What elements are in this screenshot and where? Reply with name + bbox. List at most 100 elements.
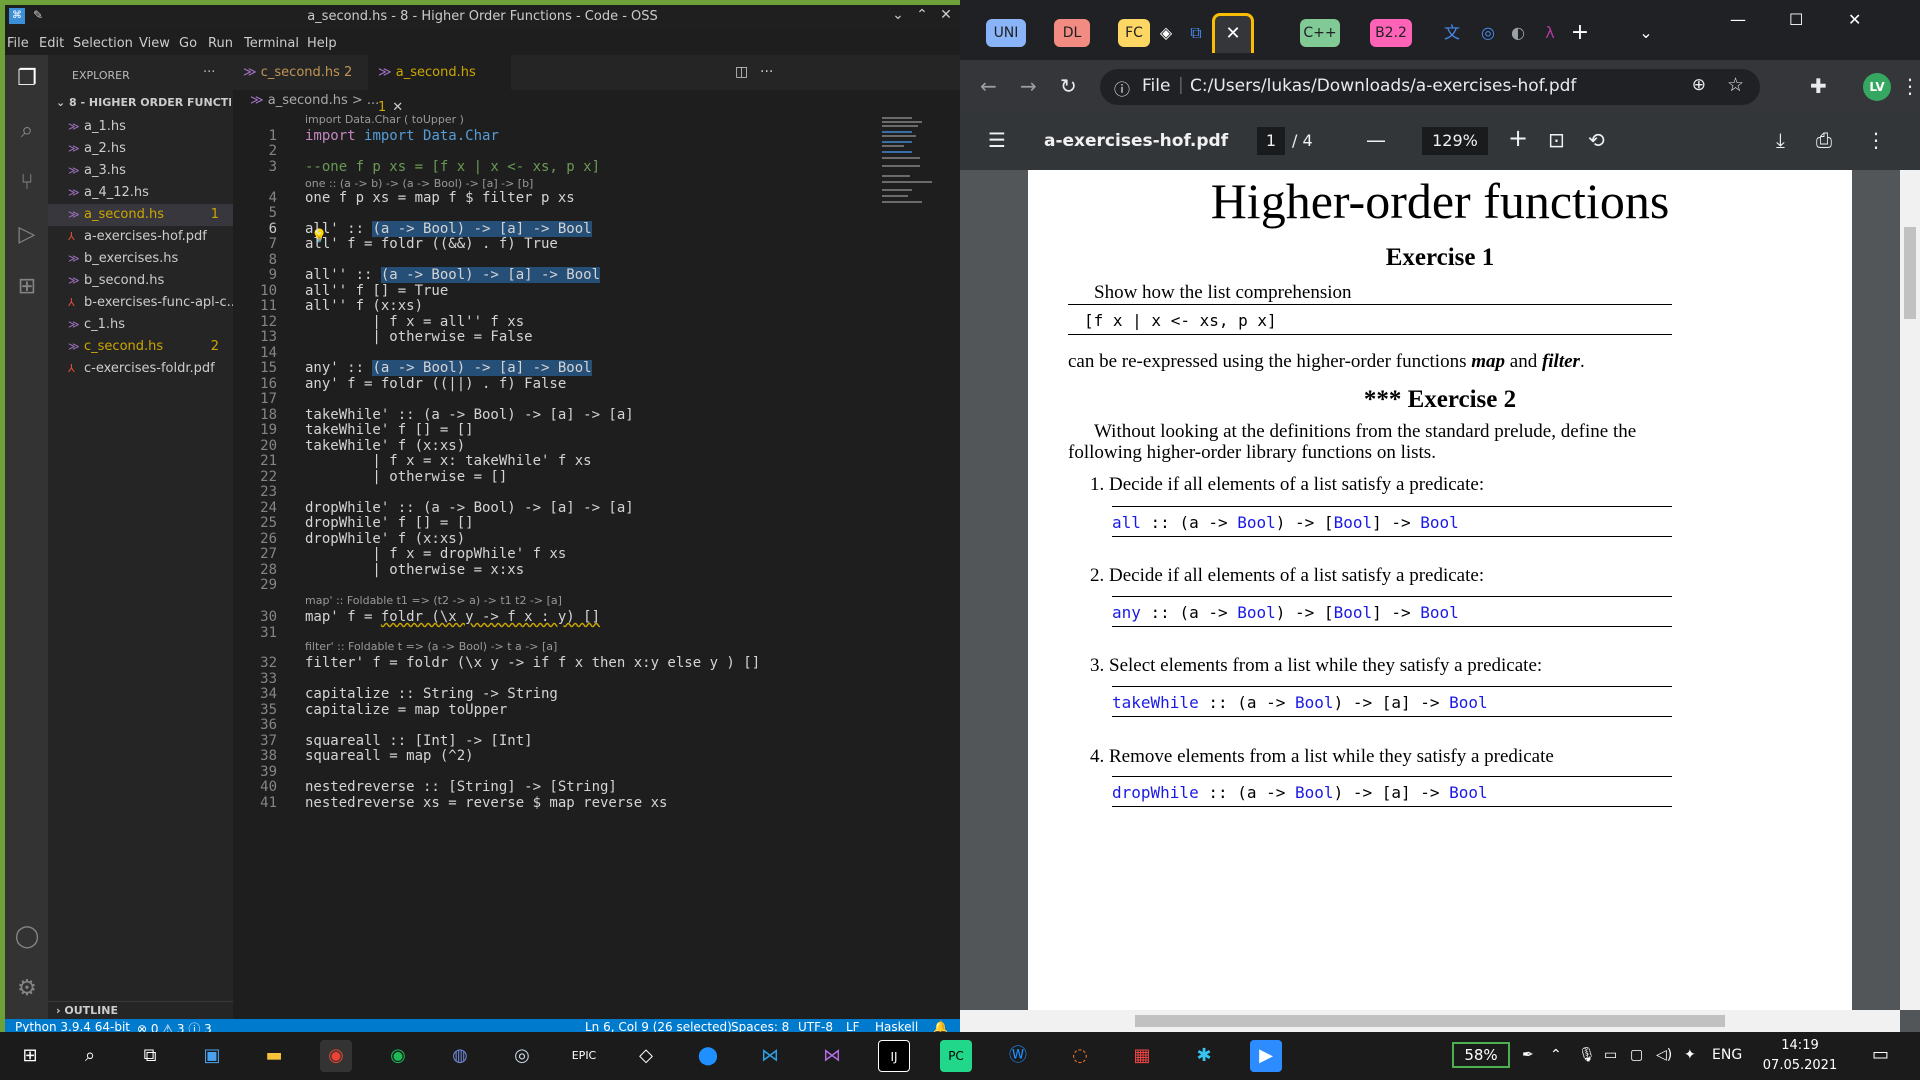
active-tab[interactable]: ✕ [1212, 13, 1254, 53]
scrollbar-thumb[interactable] [1904, 227, 1916, 319]
lambda-icon[interactable]: λ [1536, 19, 1564, 47]
menu-file[interactable]: File [7, 36, 29, 51]
language-mode[interactable]: Haskell [875, 1020, 918, 1032]
vertical-scrollbar[interactable] [1900, 170, 1920, 1010]
files-icon[interactable]: ❐ [13, 65, 41, 93]
globe-icon[interactable]: ◎ [1474, 19, 1502, 47]
volume-icon[interactable]: ◁) [1656, 1047, 1672, 1063]
file-item[interactable]: ≫ b_exercises.hs [48, 248, 233, 270]
fit-page-icon[interactable]: ⊡ [1548, 128, 1565, 152]
tab-group-b22[interactable]: B2.2 [1370, 19, 1412, 47]
remote-desktop-icon[interactable]: ⧉ [1182, 19, 1210, 47]
discord-icon[interactable]: ◍ [444, 1040, 476, 1072]
new-tab-icon[interactable]: + [1566, 19, 1594, 47]
menu-kebab-icon[interactable]: ⋮ [1900, 74, 1920, 98]
w-app-icon[interactable]: Ⓦ [1002, 1040, 1034, 1072]
system-clock[interactable]: 14:19 07.05.2021 [1762, 1036, 1838, 1076]
close-icon[interactable]: ✕ [1848, 10, 1861, 29]
file-item[interactable]: ≫ c_second.hs 2 [48, 336, 233, 358]
profile-avatar[interactable]: LV [1863, 73, 1891, 101]
settings-gear-icon[interactable]: ⚙ [13, 975, 41, 1003]
file-item[interactable]: ⅄ a-exercises-hof.pdf [48, 226, 233, 248]
account-icon[interactable]: ◯ [13, 923, 41, 951]
show-hidden-icons[interactable]: ⌃ [1550, 1047, 1562, 1063]
file-item[interactable]: ⅄ b-exercises-func-apl-c... [48, 292, 233, 314]
menu-view[interactable]: View [139, 36, 170, 51]
print-icon[interactable]: ⎙ [1816, 128, 1832, 152]
slack-icon[interactable]: ✱ [1188, 1040, 1220, 1072]
language-indicator[interactable]: ENG [1712, 1047, 1742, 1063]
address-bar[interactable]: ⓘ File | C:/Users/lukas/Downloads/a-exer… [1100, 69, 1760, 105]
close-icon[interactable]: ✕ [936, 7, 956, 23]
more-actions-icon[interactable]: ··· [760, 64, 773, 80]
reload-icon[interactable]: ↻ [1060, 74, 1077, 98]
minimize-icon[interactable]: ⌄ [888, 7, 908, 23]
extensions-puzzle-icon[interactable]: ✚ [1810, 74, 1827, 98]
scrollbar-thumb[interactable] [1135, 1015, 1725, 1027]
intellij-icon[interactable]: IJ [878, 1040, 910, 1072]
menu-edit[interactable]: Edit [39, 36, 64, 51]
dropbox-icon[interactable]: ✦ [1684, 1047, 1696, 1063]
tab-search-icon[interactable]: ⌄ [1632, 19, 1660, 47]
control-panel-icon[interactable]: ▣ [196, 1040, 228, 1072]
file-item[interactable]: ⅄ c-exercises-foldr.pdf [48, 358, 233, 380]
zoom-icon[interactable]: ▶ [1250, 1040, 1282, 1072]
file-item[interactable]: ≫ a_2.hs [48, 138, 233, 160]
python-interpreter[interactable]: Python 3.9.4 64-bit [15, 1020, 130, 1032]
maps-icon[interactable]: ⬤ [692, 1040, 724, 1072]
pen-icon[interactable]: ✒ [1522, 1047, 1534, 1063]
extensions-icon[interactable]: ⊞ [13, 273, 41, 301]
circle-icon[interactable]: ◐ [1504, 19, 1532, 47]
office-icon[interactable]: ▦ [1126, 1040, 1158, 1072]
run-debug-icon[interactable]: ▷ [13, 221, 41, 249]
split-editor-icon[interactable]: ◫ [735, 64, 748, 80]
code-editor[interactable]: import Data.Char ( toUpper ) 1 import imp… [233, 113, 933, 1019]
rotate-icon[interactable]: ⟲ [1588, 128, 1605, 152]
zoom-icon[interactable]: ⊕ [1692, 75, 1706, 95]
file-item[interactable]: ≫ a_1.hs [48, 116, 233, 138]
source-control-icon[interactable]: ⑂ [13, 169, 41, 197]
breadcrumb[interactable]: ≫ a_second.hs > ... [250, 93, 379, 108]
outline-section[interactable]: › OUTLINE [48, 1001, 233, 1019]
cursor-position[interactable]: Ln 6, Col 9 (26 selected) [585, 1020, 732, 1032]
zoom-in-icon[interactable]: + [1508, 124, 1528, 152]
info-icon[interactable]: ⓘ [1114, 76, 1130, 100]
menu-help[interactable]: Help [307, 36, 337, 51]
codelens-hint[interactable]: filter' :: Foldable t => (a -> Bool) -> … [305, 640, 557, 653]
tab-group-fc[interactable]: FC [1118, 19, 1150, 47]
notifications-icon[interactable]: 🔔 [933, 1020, 948, 1032]
page-number-input[interactable]: 1 [1257, 127, 1285, 155]
translate-icon[interactable]: 文 [1438, 19, 1466, 47]
menu-run[interactable]: Run [208, 36, 233, 51]
codelens-hint[interactable]: map' :: Foldable t1 => (t2 -> a) -> t1 t… [305, 594, 562, 607]
search-icon[interactable]: ⌕ [74, 1040, 106, 1072]
file-item-active[interactable]: ≫ a_second.hs 1 [48, 204, 233, 226]
indentation[interactable]: Spaces: 8 [731, 1020, 789, 1032]
zoom-level[interactable]: 129% [1422, 127, 1488, 155]
file-item[interactable]: ≫ c_1.hs [48, 314, 233, 336]
network-icon[interactable]: ▢ [1630, 1047, 1643, 1063]
spotify-icon[interactable]: ◉ [382, 1040, 414, 1072]
visual-studio-icon[interactable]: ⋈ [816, 1040, 848, 1072]
url-text[interactable]: C:/Users/lukas/Downloads/a-exercises-hof… [1190, 76, 1576, 96]
close-tab-icon[interactable]: ✕ [1225, 23, 1240, 44]
maximize-icon[interactable]: ☐ [1789, 10, 1803, 29]
notification-center-icon[interactable]: ▭ [1872, 1044, 1889, 1065]
encoding[interactable]: UTF-8 [798, 1020, 833, 1032]
file-item[interactable]: ≫ a_4_12.hs [48, 182, 233, 204]
steam-icon[interactable]: ◎ [506, 1040, 538, 1072]
download-icon[interactable]: ⤓ [1776, 128, 1785, 152]
project-folder[interactable]: ⌄ 8 - HIGHER ORDER FUNCTIO... [56, 96, 231, 109]
minimap[interactable] [882, 115, 950, 205]
forward-icon[interactable]: → [1020, 74, 1037, 98]
bookmark-star-icon[interactable]: ☆ [1727, 74, 1744, 96]
tab-group-cpp[interactable]: C++ [1300, 19, 1340, 47]
tab-group-uni[interactable]: UNI [986, 19, 1026, 47]
codelens-hint[interactable]: one :: (a -> b) -> (a -> Bool) -> [a] ->… [305, 177, 533, 190]
task-view-icon[interactable]: ⧉ [134, 1040, 166, 1072]
windows-start-icon[interactable]: ⊞ [14, 1040, 46, 1072]
file-item[interactable]: ≫ a_3.hs [48, 160, 233, 182]
hamburger-menu-icon[interactable]: ☰ [988, 128, 1006, 152]
end-of-line[interactable]: LF [846, 1020, 860, 1032]
tab-c-second[interactable]: ≫ c_second.hs 2 [233, 55, 368, 90]
